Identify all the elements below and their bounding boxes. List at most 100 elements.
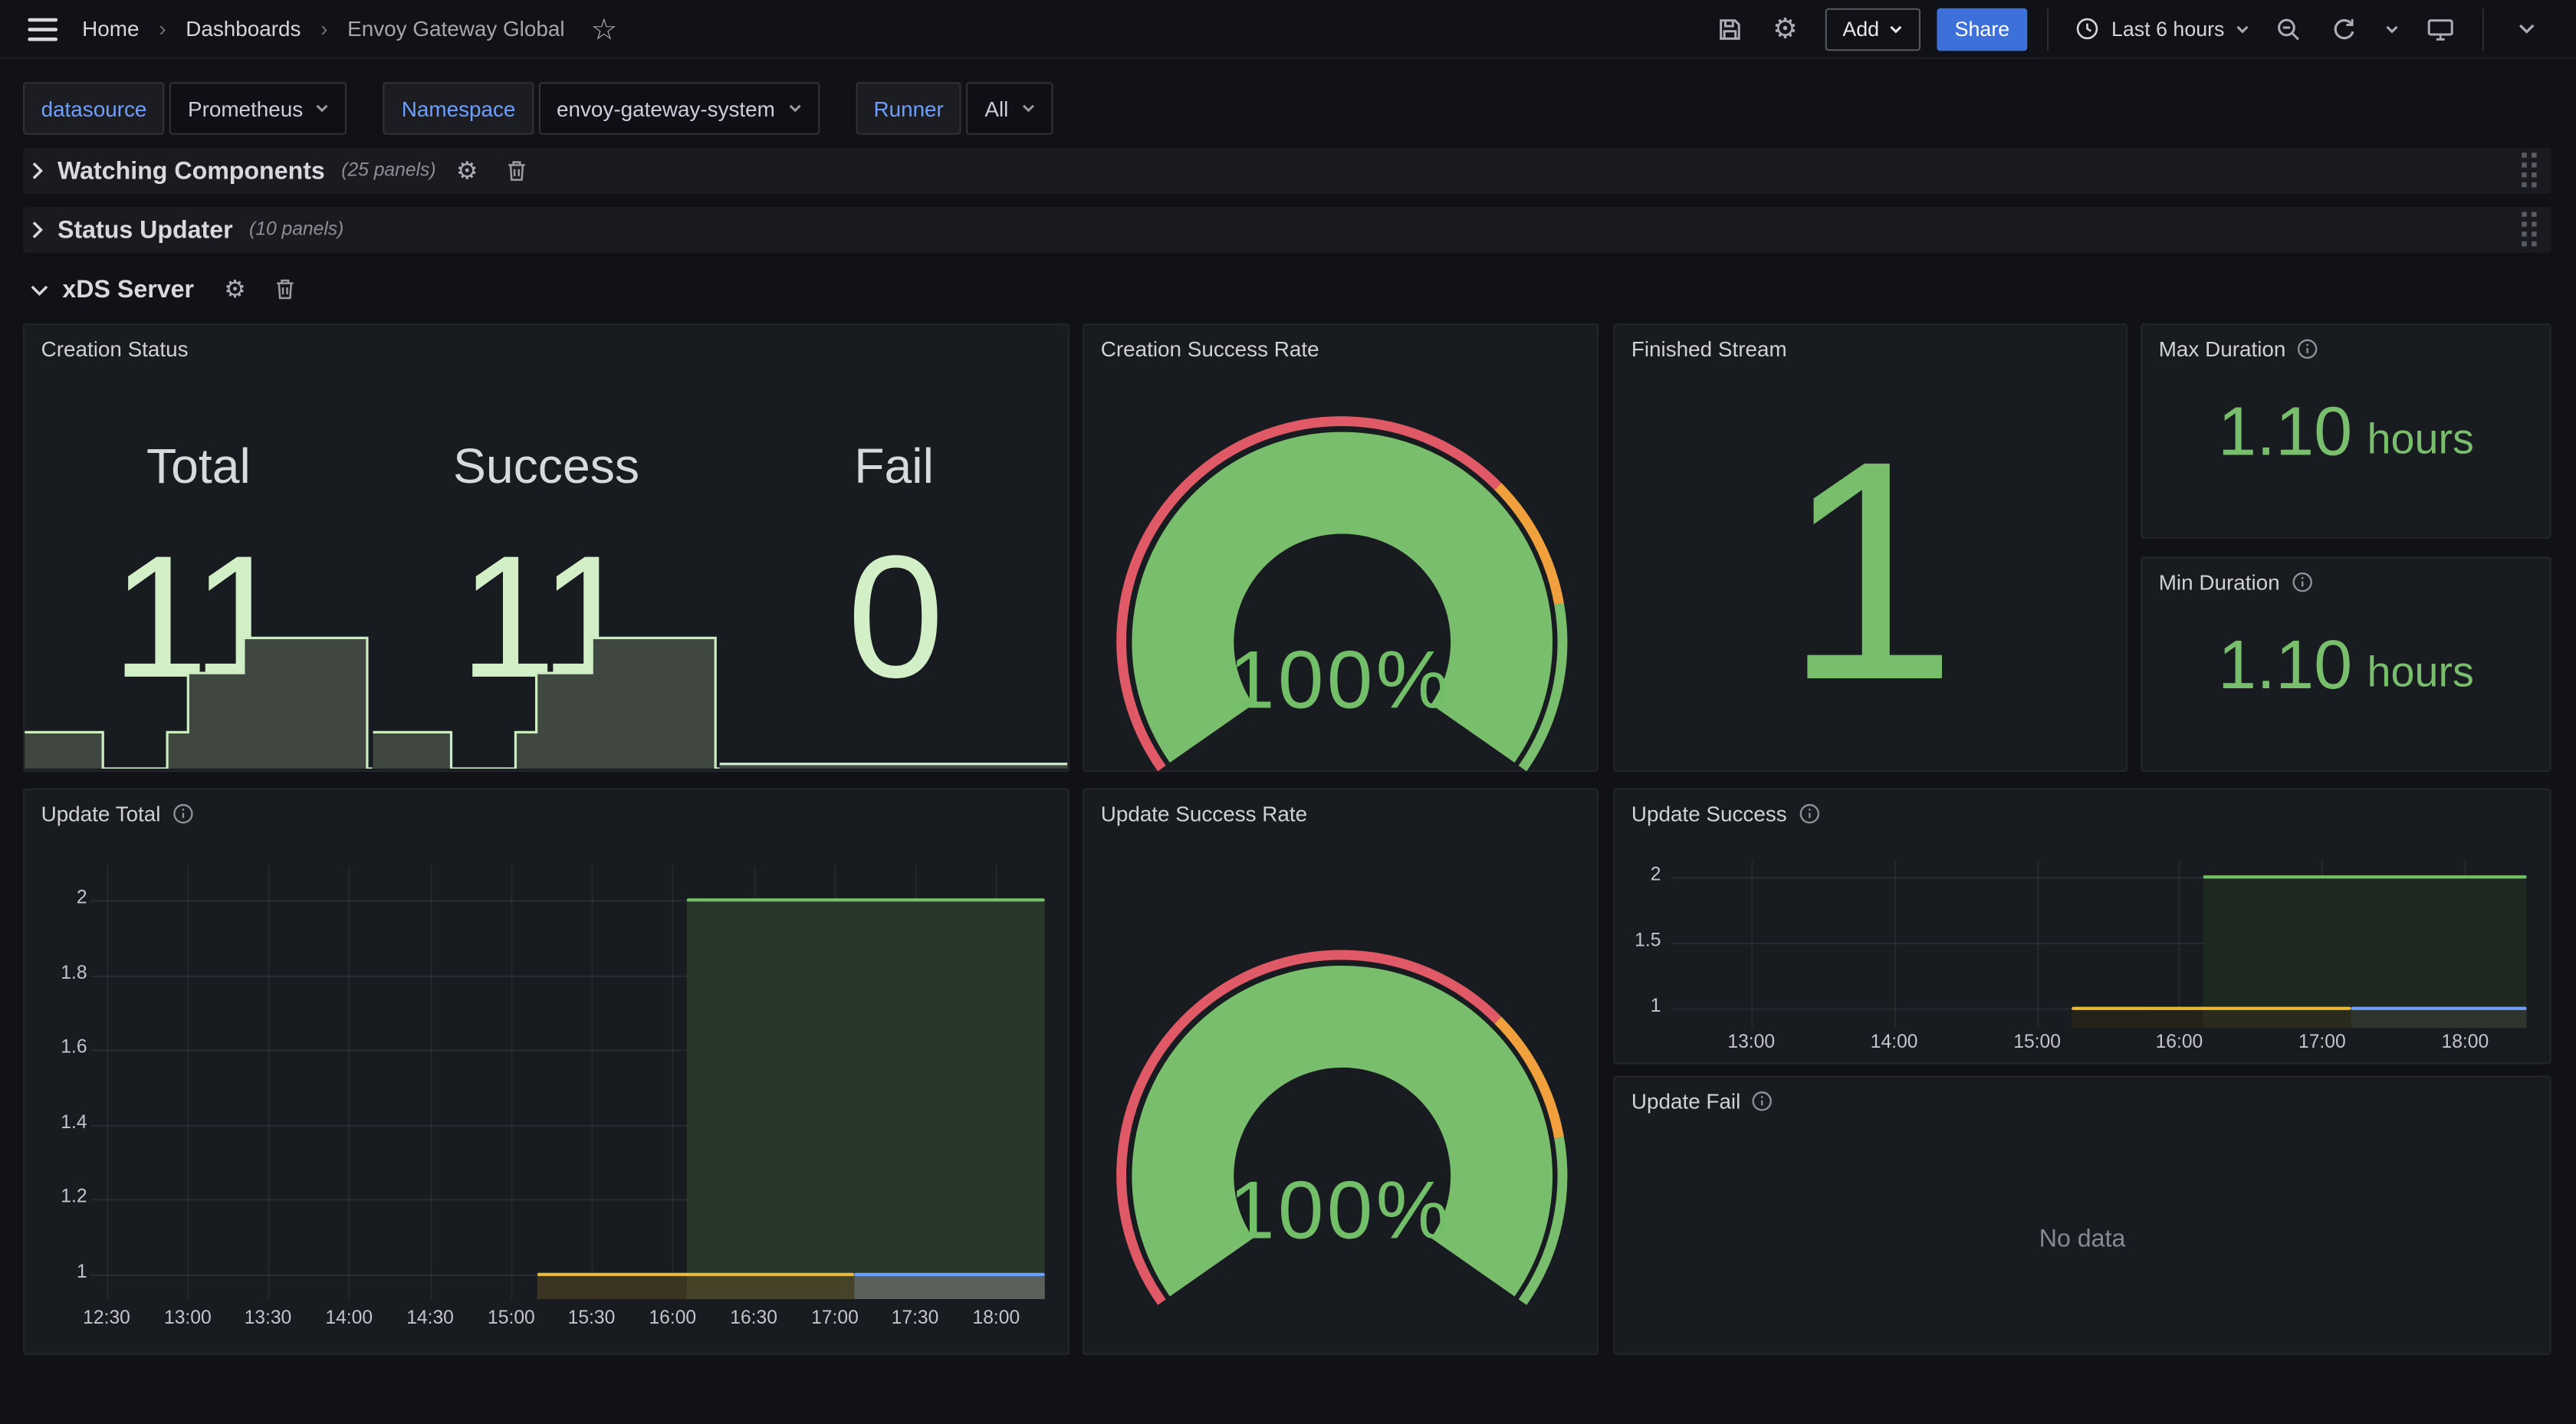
chevron-right-icon [30,161,44,181]
chevron-down-icon [30,282,50,297]
tv-mode-icon[interactable] [2417,6,2463,52]
row-delete-icon[interactable] [498,153,534,189]
row-watching-components[interactable]: Watching Components (25 panels) ⚙ [23,148,2551,194]
runner-label[interactable]: Runner [856,82,962,135]
gridline-vertical [349,865,350,1299]
share-button-label: Share [1955,18,2009,41]
stat-label: Success [373,440,721,496]
y-tick-label: 1 [38,1263,87,1283]
panel-update-success-rate: Update Success Rate 100% [1083,789,1598,1355]
chevron-right-icon [30,220,44,240]
y-tick-label: 2 [38,888,87,908]
x-tick-label: 14:00 [325,1309,373,1329]
datasource-select[interactable]: Prometheus [169,82,347,135]
namespace-value: envoy-gateway-system [557,96,775,120]
stat-columns: Total 11 Success 11 Fail 0 [25,371,1068,770]
datasource-label[interactable]: datasource [23,82,165,135]
x-tick-label: 15:30 [568,1309,616,1329]
x-tick-label: 13:00 [164,1309,212,1329]
row-title[interactable]: Watching Components [58,157,325,185]
info-icon[interactable] [1799,802,1820,824]
row-title[interactable]: xDS Server [62,275,194,303]
x-tick-label: 18:00 [2441,1033,2489,1053]
breadcrumb-dashboards[interactable]: Dashboards [186,16,301,41]
namespace-select[interactable]: envoy-gateway-system [538,82,819,135]
row-drag-handle[interactable] [2522,212,2538,248]
row-settings-icon[interactable]: ⚙ [217,271,253,307]
series-band-1 [687,1275,854,1299]
series-line-yellow [538,1272,854,1276]
stat-value: 1.10 [2218,392,2352,471]
series-line-blue [2351,1006,2527,1010]
row-settings-icon[interactable]: ⚙ [449,153,485,189]
row-title[interactable]: Status Updater [58,216,233,244]
panel-title[interactable]: Finished Stream [1631,336,1787,360]
stat-total: Total 11 [25,371,373,770]
refresh-icon[interactable] [2321,6,2367,52]
y-tick-label: 1.2 [38,1188,87,1208]
gridline-vertical [672,865,674,1299]
chevron-down-icon [788,103,801,113]
x-tick-label: 16:30 [730,1309,777,1329]
panel-title[interactable]: Update Total [41,801,161,825]
runner-value: All [984,96,1008,120]
panel-title[interactable]: Update Success [1631,801,1787,825]
sparkline-total [25,634,373,769]
sparkline-success [373,634,721,769]
x-tick-label: 16:00 [2156,1033,2203,1053]
sparkline-fail [720,634,1068,769]
dashboard-settings-icon[interactable]: ⚙ [1762,6,1808,52]
stat-wrap: 1.10 hours [2142,325,2549,536]
x-axis-labels: 13:0014:0015:0016:0017:0018:00 [1671,1033,2526,1056]
kiosk-chevron-icon[interactable] [2504,6,2550,52]
breadcrumb-separator: › [320,16,327,41]
panel-creation-success-rate: Creation Success Rate 100% [1083,323,1598,772]
panel-title[interactable]: Update Fail [1631,1088,1740,1113]
refresh-interval-dropdown[interactable] [2377,6,2407,52]
series-band-0 [2072,1009,2203,1029]
nav-left: Home › Dashboards › Envoy Gateway Global… [20,6,627,52]
x-tick-label: 18:00 [973,1309,1020,1329]
stat-wrap: 1 [1615,371,2125,770]
row-delete-icon[interactable] [266,271,302,307]
y-tick-label: 1.6 [38,1038,87,1058]
y-tick-label: 2 [1615,865,1661,885]
breadcrumb-current: Envoy Gateway Global [347,16,564,41]
breadcrumb-home[interactable]: Home [82,16,139,41]
row-drag-handle[interactable] [2522,153,2538,189]
gridline-vertical [591,865,593,1299]
panel-update-fail: Update Fail No data [1613,1076,2551,1355]
zoom-out-icon[interactable] [2266,6,2312,52]
x-tick-label: 13:30 [245,1309,292,1329]
info-icon[interactable] [1752,1090,1773,1111]
save-icon[interactable] [1707,6,1753,52]
no-data-message: No data [1615,1124,2549,1353]
divider [2047,8,2049,51]
stat-value: 1 [1783,415,1957,727]
x-tick-label: 17:00 [2298,1033,2346,1053]
stat-value: 1.10 [2218,625,2352,704]
y-tick-label: 1.8 [38,963,87,983]
gauge-value: 100% [1084,1163,1597,1258]
runner-select[interactable]: All [967,82,1053,135]
panel-min-duration: Min Duration 1.10 hours [2141,556,2551,772]
stat-label: Fail [720,440,1068,496]
row-xds-server[interactable]: xDS Server ⚙ [23,266,2551,312]
info-icon[interactable] [172,802,193,824]
menu-icon[interactable] [20,6,66,52]
datasource-value: Prometheus [188,96,303,120]
share-button[interactable]: Share [1937,8,2028,51]
add-button[interactable]: Add [1825,8,1921,51]
gridline-vertical [268,865,269,1299]
time-series-plot [1671,861,2526,1029]
time-series-plot [90,865,1045,1299]
series-band-0 [538,1275,687,1299]
panel-title[interactable]: Creation Status [41,336,189,360]
chevron-down-icon [2236,24,2249,34]
time-range-picker[interactable]: Last 6 hours [2068,16,2256,41]
row-status-updater[interactable]: Status Updater (10 panels) [23,207,2551,253]
namespace-label[interactable]: Namespace [383,82,534,135]
variable-namespace: Namespace envoy-gateway-system [383,82,820,135]
star-icon[interactable]: ☆ [581,6,627,52]
breadcrumb-separator: › [159,16,166,41]
